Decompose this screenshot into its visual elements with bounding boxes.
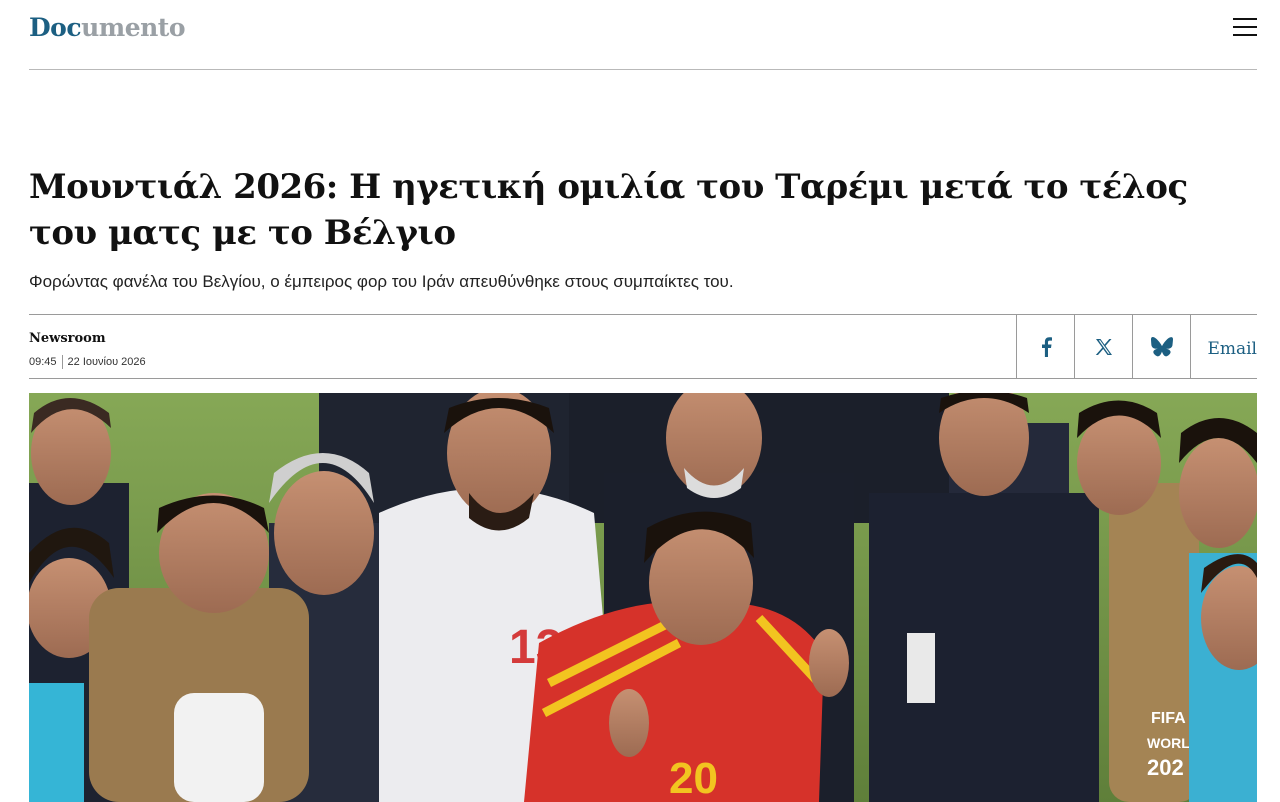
bib-year: 202 [1147,755,1184,780]
article-meta-bar: Newsroom 09:45 22 Ιουνίου 2026 Email [29,314,1257,379]
publish-time: 09:45 [29,356,57,368]
share-bluesky-button[interactable] [1132,315,1190,378]
bluesky-icon [1150,336,1173,356]
share-email-button[interactable]: Email [1190,315,1257,378]
facebook-icon [1041,336,1052,357]
jersey-20: 20 [669,754,718,802]
site-header: Documento [29,0,1257,70]
share-facebook-button[interactable] [1016,315,1074,378]
article-title: Μουντιάλ 2026: Η ηγετική ομιλία του Ταρέ… [29,167,1188,253]
article-subtitle: Φορώντας φανέλα του Βελγίου, ο έμπειρος … [29,272,734,291]
site-logo[interactable]: Documento [29,13,186,42]
share-bar: Email [1016,315,1257,378]
logo-part-2: umento [81,13,186,42]
author-name[interactable]: Newsroom [29,331,106,346]
article-hero-image: 13 20 FIFA WORLD 202 [29,393,1257,802]
bib-fifa: FIFA [1151,710,1186,727]
logo-part-1: Doc [29,13,82,42]
publish-date: 22 Ιουνίου 2026 [67,356,146,368]
team-huddle-photo: 13 20 FIFA WORLD 202 [29,393,1257,802]
x-icon [1095,338,1112,355]
dateline: 09:45 22 Ιουνίου 2026 [29,355,146,369]
share-x-button[interactable] [1074,315,1132,378]
hamburger-menu-icon[interactable] [1233,16,1257,38]
divider [61,355,63,369]
